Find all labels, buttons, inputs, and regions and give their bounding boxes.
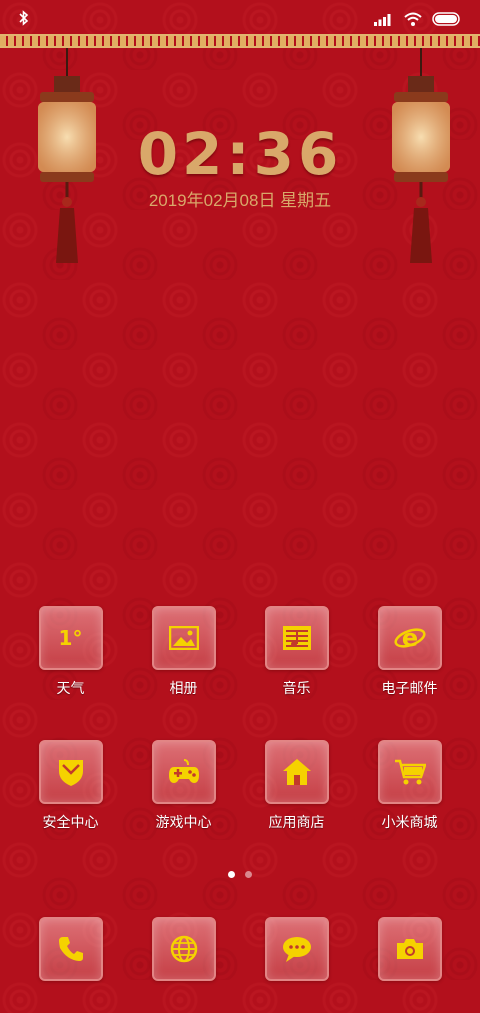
shield-icon [38,740,103,804]
home-store-icon [264,740,329,804]
dock-phone[interactable] [14,917,127,981]
app-label-security: 安全中心 [42,815,99,831]
page-dot-2[interactable] [245,871,252,878]
app-label-game-center: 游戏中心 [155,815,212,831]
weather-icon: 1° [38,606,103,670]
browser-icon [151,917,216,981]
svg-text:e: e [401,624,417,652]
app-label-email: 电子邮件 [381,681,438,697]
gallery-icon [151,606,216,670]
decorative-border [0,34,480,48]
app-label-music: 音乐 [282,681,311,697]
clock-time: 02:36 [137,120,343,188]
app-label-gallery: 相册 [169,681,198,697]
email-icon: e [377,606,442,670]
page-indicator [0,871,480,878]
app-gallery[interactable]: 相册 [127,606,240,698]
app-app-store[interactable]: 应用商店 [240,740,353,832]
bluetooth-icon [18,10,30,26]
dock-camera[interactable] [353,917,466,981]
message-icon [264,917,329,981]
status-bar [0,0,480,34]
app-label-app-store: 应用商店 [268,815,325,831]
app-game-center[interactable]: 游戏中心 [127,740,240,832]
app-label-mi-store: 小米商城 [381,815,438,831]
phone-icon [38,917,103,981]
battery-icon [432,12,462,26]
wifi-icon [404,12,422,26]
app-music[interactable]: 音乐 [240,606,353,698]
camera-icon [377,917,442,981]
dock-messages[interactable] [240,917,353,981]
cart-icon [377,740,442,804]
app-security-center[interactable]: 安全中心 [14,740,127,832]
gamepad-icon [151,740,216,804]
clock-date: 2019年02月08日 星期五 [148,191,332,210]
dock-browser[interactable] [127,917,240,981]
app-mi-store[interactable]: 小米商城 [353,740,466,832]
page-dot-1[interactable] [228,871,235,878]
clock-widget[interactable]: 02:36 2019年02月08日 星期五 [0,120,480,211]
app-email[interactable]: e 电子邮件 [353,606,466,698]
app-weather[interactable]: 1° 天气 [14,606,127,698]
weather-temperature: 1° [58,626,83,650]
music-icon [264,606,329,670]
app-label-weather: 天气 [56,681,85,697]
signal-icon [374,12,394,26]
